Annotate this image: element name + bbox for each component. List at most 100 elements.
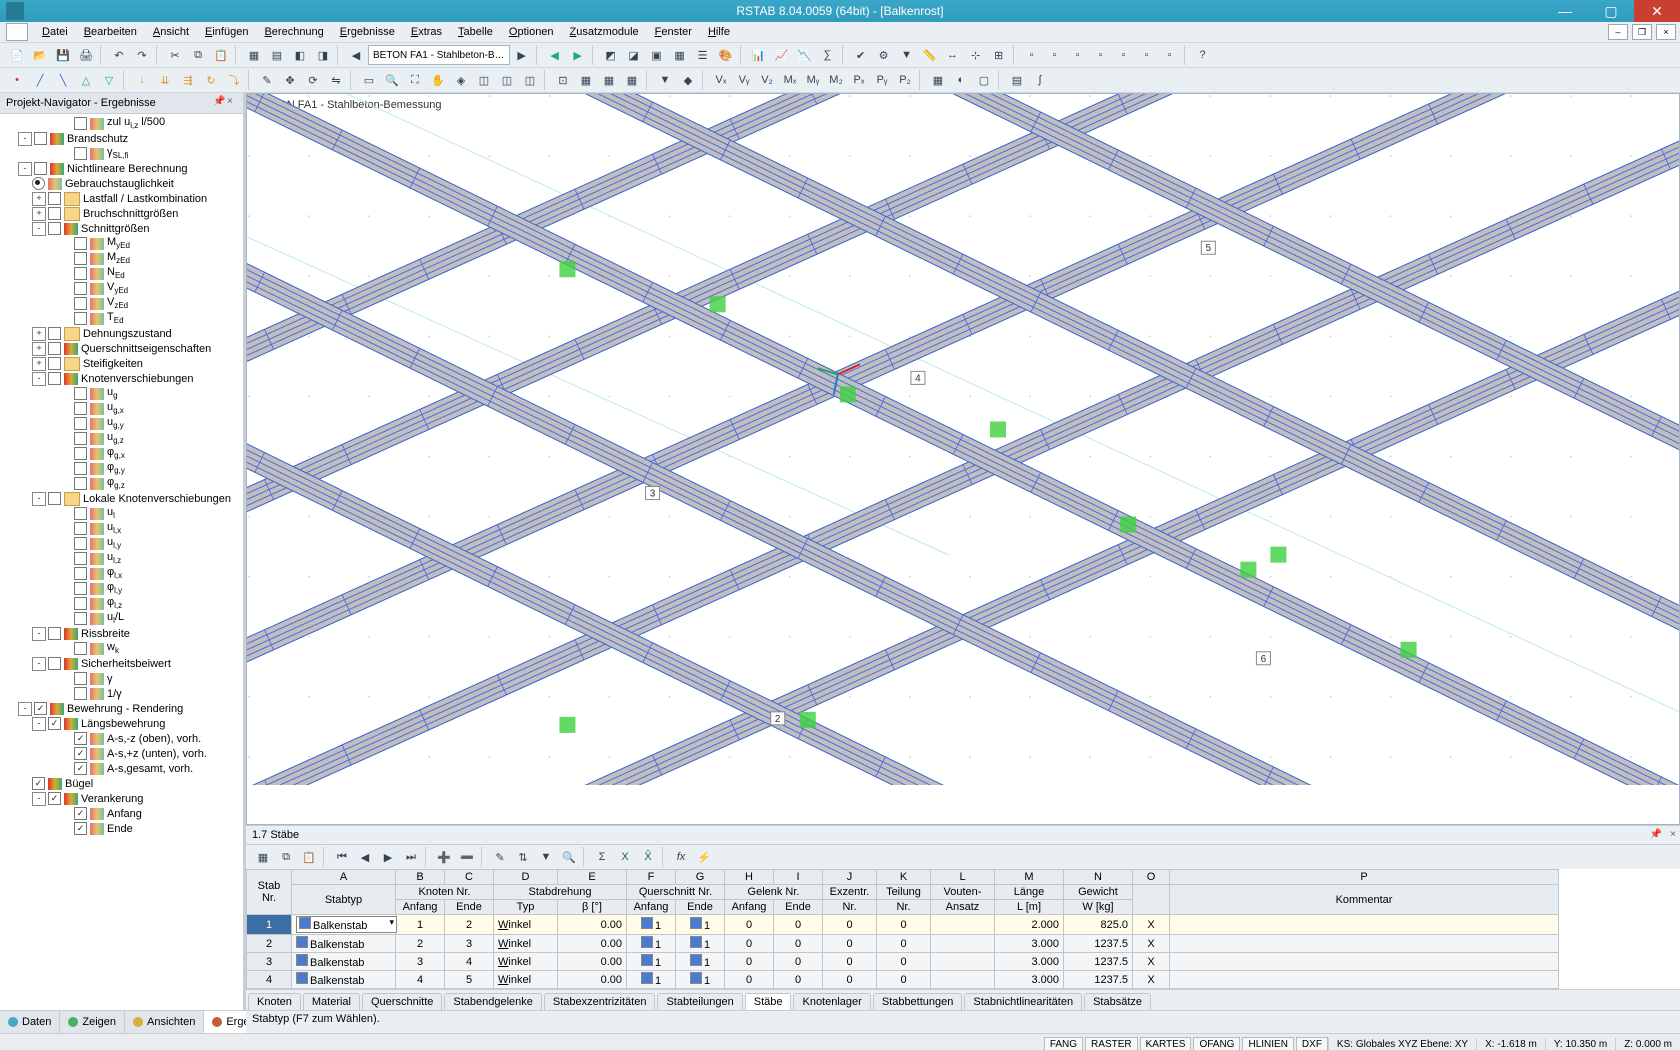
grid-icon[interactable]: ▦: [575, 69, 597, 91]
menu-berechnung[interactable]: Berechnung: [256, 24, 331, 40]
tree-node[interactable]: Ende: [0, 821, 243, 836]
tree-node[interactable]: VzEd: [0, 296, 243, 311]
label-icon[interactable]: Pᵧ: [871, 69, 893, 91]
tree-node[interactable]: ul: [0, 506, 243, 521]
checkbox[interactable]: [74, 267, 87, 280]
tree-node[interactable]: ug,z: [0, 431, 243, 446]
pan-icon[interactable]: ✋: [427, 69, 449, 91]
table-tab-stabnichtlinearitäten[interactable]: Stabnichtlinearitäten: [964, 993, 1082, 1010]
model-viewport[interactable]: BETON FA1 - Stahlbeton-Bemessung: [246, 93, 1680, 825]
tree-node[interactable]: MzEd: [0, 251, 243, 266]
tree-node[interactable]: φl,x: [0, 566, 243, 581]
checkbox[interactable]: [74, 402, 87, 415]
cut-icon[interactable]: ✂: [164, 44, 186, 66]
pin-icon[interactable]: 📌: [1650, 829, 1662, 840]
tree-node[interactable]: A-s,-z (oben), vorh.: [0, 731, 243, 746]
tool-icon[interactable]: ◨: [312, 44, 334, 66]
tree-node[interactable]: -Schnittgrößen: [0, 221, 243, 236]
tool-icon[interactable]: ▦: [243, 44, 265, 66]
axis-icon[interactable]: ⊹: [965, 44, 987, 66]
tree-node[interactable]: A-s,+z (unten), vorh.: [0, 746, 243, 761]
tree-node[interactable]: -Lokale Knotenverschiebungen: [0, 491, 243, 506]
nav-tab-daten[interactable]: Daten: [0, 1011, 60, 1033]
mdi-close-button[interactable]: ×: [1656, 24, 1676, 40]
load-icon[interactable]: ⇶: [177, 69, 199, 91]
tree-node[interactable]: φl,y: [0, 581, 243, 596]
tree-node[interactable]: ug,x: [0, 401, 243, 416]
table-tab-stabexzentrizitäten[interactable]: Stabexzentrizitäten: [544, 993, 656, 1010]
tool-icon[interactable]: ▤: [266, 44, 288, 66]
table-find-icon[interactable]: 🔍: [558, 846, 580, 868]
checkbox[interactable]: [48, 327, 61, 340]
table-edit-icon[interactable]: ✎: [489, 846, 511, 868]
table-del-icon[interactable]: ➖: [456, 846, 478, 868]
table-row[interactable]: 1Balkenstab12Winkel0.001100002.000825.0X: [247, 915, 1559, 935]
menu-extras[interactable]: Extras: [403, 24, 450, 40]
checkbox[interactable]: [74, 747, 87, 760]
expand-icon[interactable]: -: [32, 792, 46, 806]
tree-node[interactable]: ul,x: [0, 521, 243, 536]
menu-hilfe[interactable]: Hilfe: [700, 24, 738, 40]
label-icon[interactable]: Vᵧ: [733, 69, 755, 91]
table-row[interactable]: 2Balkenstab23Winkel0.001100003.0001237.5…: [247, 935, 1559, 953]
checkbox[interactable]: [48, 717, 61, 730]
table-filter-icon[interactable]: ▼: [535, 846, 557, 868]
table-new-icon[interactable]: ▦: [252, 846, 274, 868]
open-icon[interactable]: 📂: [29, 44, 51, 66]
view-icon[interactable]: ▦: [669, 44, 691, 66]
print-icon[interactable]: 🖨: [75, 44, 97, 66]
menu-fenster[interactable]: Fenster: [647, 24, 700, 40]
checkbox[interactable]: [74, 432, 87, 445]
expand-icon[interactable]: -: [18, 702, 32, 716]
view-icon[interactable]: ◪: [623, 44, 645, 66]
checkbox[interactable]: [74, 762, 87, 775]
label-icon[interactable]: Vₓ: [710, 69, 732, 91]
checkbox[interactable]: [74, 732, 87, 745]
support-icon[interactable]: △: [75, 69, 97, 91]
pin-icon[interactable]: 📌: [213, 96, 225, 108]
checkbox[interactable]: [74, 507, 87, 520]
tree-node[interactable]: ul,z: [0, 551, 243, 566]
checkbox[interactable]: [74, 252, 87, 265]
checkbox[interactable]: [48, 342, 61, 355]
table-tab-querschnitte[interactable]: Querschnitte: [362, 993, 442, 1010]
table-tab-stabteilungen[interactable]: Stabteilungen: [657, 993, 742, 1010]
checkbox[interactable]: [74, 567, 87, 580]
expand-icon[interactable]: -: [32, 627, 46, 641]
cals-icon[interactable]: ∫: [1029, 69, 1051, 91]
checkbox[interactable]: [74, 237, 87, 250]
table-nav-icon[interactable]: ⏭: [400, 846, 422, 868]
view-icon[interactable]: ◩: [600, 44, 622, 66]
status-toggle-dxf[interactable]: DXF: [1296, 1037, 1328, 1050]
checkbox[interactable]: [48, 222, 61, 235]
menu-bearbeiten[interactable]: Bearbeiten: [76, 24, 145, 40]
menu-ergebnisse[interactable]: Ergebnisse: [332, 24, 403, 40]
load-icon[interactable]: ⇊: [154, 69, 176, 91]
table-tab-stabendgelenke[interactable]: Stabendgelenke: [444, 993, 542, 1010]
menu-ansicht[interactable]: Ansicht: [145, 24, 197, 40]
status-toggle-hlinien[interactable]: HLINIEN: [1242, 1037, 1293, 1050]
view-x-icon[interactable]: ◫: [473, 69, 495, 91]
tree-node[interactable]: +Querschnittseigenschaften: [0, 341, 243, 356]
menu-optionen[interactable]: Optionen: [501, 24, 562, 40]
label-icon[interactable]: P₂: [894, 69, 916, 91]
tree-node[interactable]: +Steifigkeiten: [0, 356, 243, 371]
help-icon[interactable]: ?: [1192, 44, 1214, 66]
tree-node[interactable]: Anfang: [0, 806, 243, 821]
checkbox[interactable]: [74, 642, 87, 655]
results-icon[interactable]: ∑: [817, 44, 839, 66]
label-icon[interactable]: V₂: [756, 69, 778, 91]
axis-icon[interactable]: ⊞: [988, 44, 1010, 66]
close-button[interactable]: ✕: [1634, 0, 1680, 22]
table-tab-stäbe[interactable]: Stäbe: [745, 993, 792, 1010]
table-copy-icon[interactable]: ⧉: [275, 846, 297, 868]
checkbox[interactable]: [74, 687, 87, 700]
grid-icon[interactable]: ▦: [621, 69, 643, 91]
load-icon[interactable]: ↻: [200, 69, 222, 91]
expand-icon[interactable]: +: [32, 192, 46, 206]
expand-icon[interactable]: -: [18, 132, 32, 146]
checkbox[interactable]: [74, 552, 87, 565]
tree-node[interactable]: NEd: [0, 266, 243, 281]
view-icon[interactable]: ▣: [646, 44, 668, 66]
expand-icon[interactable]: +: [32, 207, 46, 221]
